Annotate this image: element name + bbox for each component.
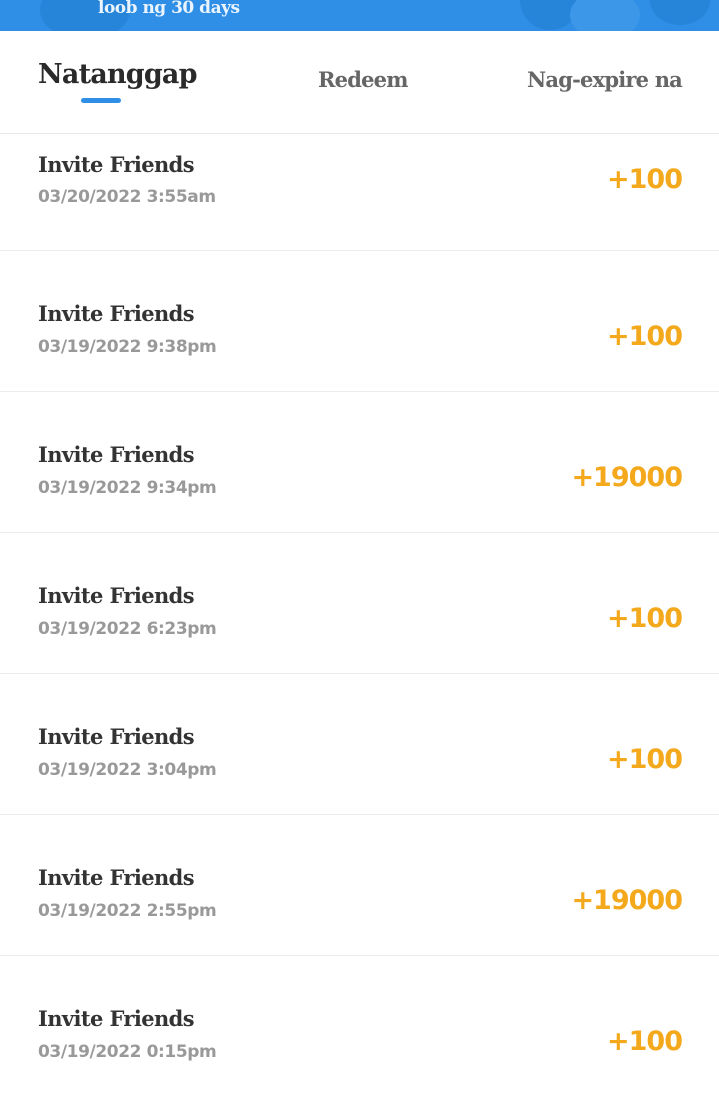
tab-bar: Natanggap Redeem Nag-expire na (0, 31, 719, 134)
entry-points: +100 (607, 164, 683, 195)
tab-received[interactable]: Natanggap (38, 59, 198, 90)
entry-title: Invite Friends (38, 865, 195, 890)
entry-title: Invite Friends (38, 724, 195, 749)
list-item: Invite Friends 03/19/2022 0:15pm +100 (0, 956, 719, 1097)
banner-decoration (570, 0, 640, 31)
banner-decoration (650, 0, 710, 25)
entry-points: +100 (607, 603, 683, 634)
entry-date: 03/19/2022 3:04pm (38, 760, 217, 780)
banner-text: loob ng 30 days (98, 0, 240, 18)
entry-date: 03/19/2022 9:34pm (38, 478, 217, 498)
entry-points: +19000 (571, 462, 683, 493)
active-tab-indicator (81, 98, 121, 103)
entry-points: +100 (607, 321, 683, 352)
entry-title: Invite Friends (38, 583, 195, 608)
entry-date: 03/20/2022 3:55am (38, 187, 216, 207)
entry-points: +100 (607, 744, 683, 775)
list-item: Invite Friends 03/19/2022 3:04pm +100 (0, 674, 719, 815)
entry-date: 03/19/2022 9:38pm (38, 337, 217, 357)
tab-expired[interactable]: Nag-expire na (527, 67, 683, 92)
tab-redeem[interactable]: Redeem (318, 67, 408, 92)
list-item: Invite Friends 03/19/2022 2:55pm +19000 (0, 815, 719, 956)
entry-date: 03/19/2022 6:23pm (38, 619, 217, 639)
entry-title: Invite Friends (38, 1006, 195, 1031)
list-item: Invite Friends 03/19/2022 6:23pm +100 (0, 533, 719, 674)
list-item: Invite Friends 03/20/2022 3:55am +100 (0, 134, 719, 251)
entry-points: +19000 (571, 885, 683, 916)
entry-points: +100 (607, 1026, 683, 1057)
header-banner: loob ng 30 days (0, 0, 719, 31)
entry-title: Invite Friends (38, 152, 195, 177)
points-history-list: Invite Friends 03/20/2022 3:55am +100 In… (0, 134, 719, 1097)
entry-date: 03/19/2022 0:15pm (38, 1042, 217, 1062)
entry-date: 03/19/2022 2:55pm (38, 901, 217, 921)
entry-title: Invite Friends (38, 301, 195, 326)
list-item: Invite Friends 03/19/2022 9:38pm +100 (0, 251, 719, 392)
entry-title: Invite Friends (38, 442, 195, 467)
list-item: Invite Friends 03/19/2022 9:34pm +19000 (0, 392, 719, 533)
